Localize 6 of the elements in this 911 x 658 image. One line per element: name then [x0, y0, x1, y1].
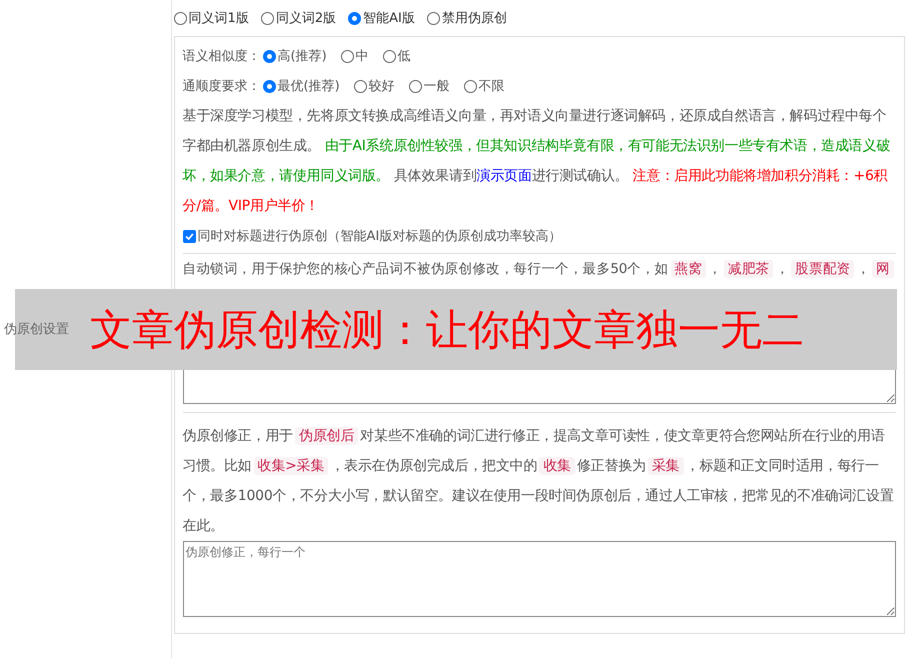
- section-label: 伪原创设置: [3, 321, 69, 338]
- correction-text: 伪原创修正，用于 伪原创后 对某些不准确的词汇进行修正，提高文章可读性，使文章更符合您网站所在行业的用语习惯。比如 收集>采集 ，表示在伪原创完成后，把文中的 收集 修正替换为 采集 ，标题和正文同时适用，每行一个，最多1000个，不分大小写，默认留空。建议在使用一段时间伪原创后，通过人工审核，把常见的不准确词汇设置在此。: [182, 426, 895, 536]
- auto-lock-text: 自动锁词，用于保护您的核心产品词不被伪原创修改，每行一个，最多50个，如 燕窝 ， 减肥茶 ， 股票配资 ， 网: [182, 256, 896, 282]
- description-text: 基于深度学习模型，先将原文转换成高维语义向量，再对语义向量进行逐词解码，还原成自然语言，解码过程中每个字都由机器原创生成。 由于AI系统原创性较强，但其知识结构毕竟有限，有可能无法识别一些专有术语，造成语义破坏，如果介意，请使用同义词版。 具体效果请到演示页面进行测试确认。 注意：启用此功能将增加积分消耗：+6积分/篇。VIP用户半价！: [182, 107, 892, 216]
- setting-label: 语义相似度：: [182, 48, 261, 65]
- setting-label: 通顺度要求：: [182, 78, 261, 95]
